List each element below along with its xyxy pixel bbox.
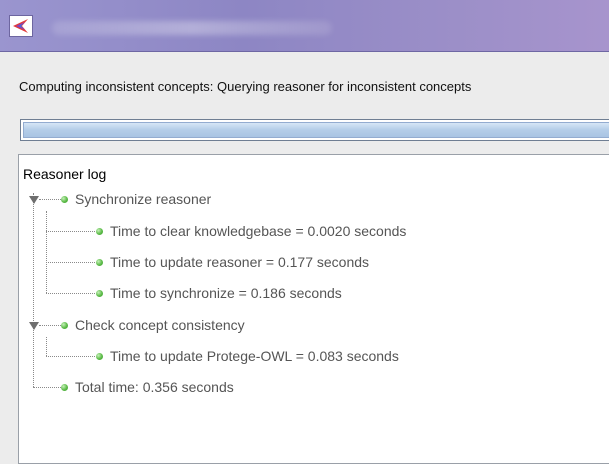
tree-node-child[interactable]: Time to synchronize = 0.186 seconds: [96, 283, 342, 303]
collapse-arrow-icon[interactable]: [29, 322, 39, 330]
green-dot-icon: [61, 383, 68, 391]
tree-node-child[interactable]: Time to clear knowledgebase = 0.0020 sec…: [96, 221, 406, 241]
tree-node-child[interactable]: Time to update reasoner = 0.177 seconds: [96, 252, 369, 272]
green-dot-icon: [61, 321, 68, 329]
tree-group-1-line: [46, 211, 47, 293]
tree-node-group[interactable]: Synchronize reasoner: [61, 189, 211, 209]
tree-node-child[interactable]: Time to update Protege-OWL = 0.083 secon…: [96, 346, 399, 366]
green-dot-icon: [61, 195, 68, 203]
green-dot-icon: [96, 258, 103, 266]
progress-bar-fill: [23, 122, 609, 138]
collapse-arrow-icon[interactable]: [29, 196, 39, 204]
log-title: Reasoner log: [23, 166, 107, 182]
green-dot-icon: [96, 289, 103, 297]
green-dot-icon: [96, 227, 103, 235]
tree-node-total[interactable]: Total time: 0.356 seconds: [61, 377, 234, 397]
reasoner-log-panel[interactable]: Reasoner log Synchronize reasoner Time t…: [18, 154, 609, 464]
tree-node-group[interactable]: Check concept consistency: [61, 315, 245, 335]
tree-group-2-line: [46, 337, 47, 356]
green-dot-icon: [96, 352, 103, 360]
window-title-blurred: [52, 21, 332, 35]
protege-logo-icon[interactable]: [9, 15, 33, 37]
status-message: Computing inconsistent concepts: Queryin…: [19, 79, 472, 94]
progress-bar: [20, 119, 609, 141]
window-titlebar[interactable]: [0, 0, 609, 52]
tree-root-line: [33, 193, 34, 387]
